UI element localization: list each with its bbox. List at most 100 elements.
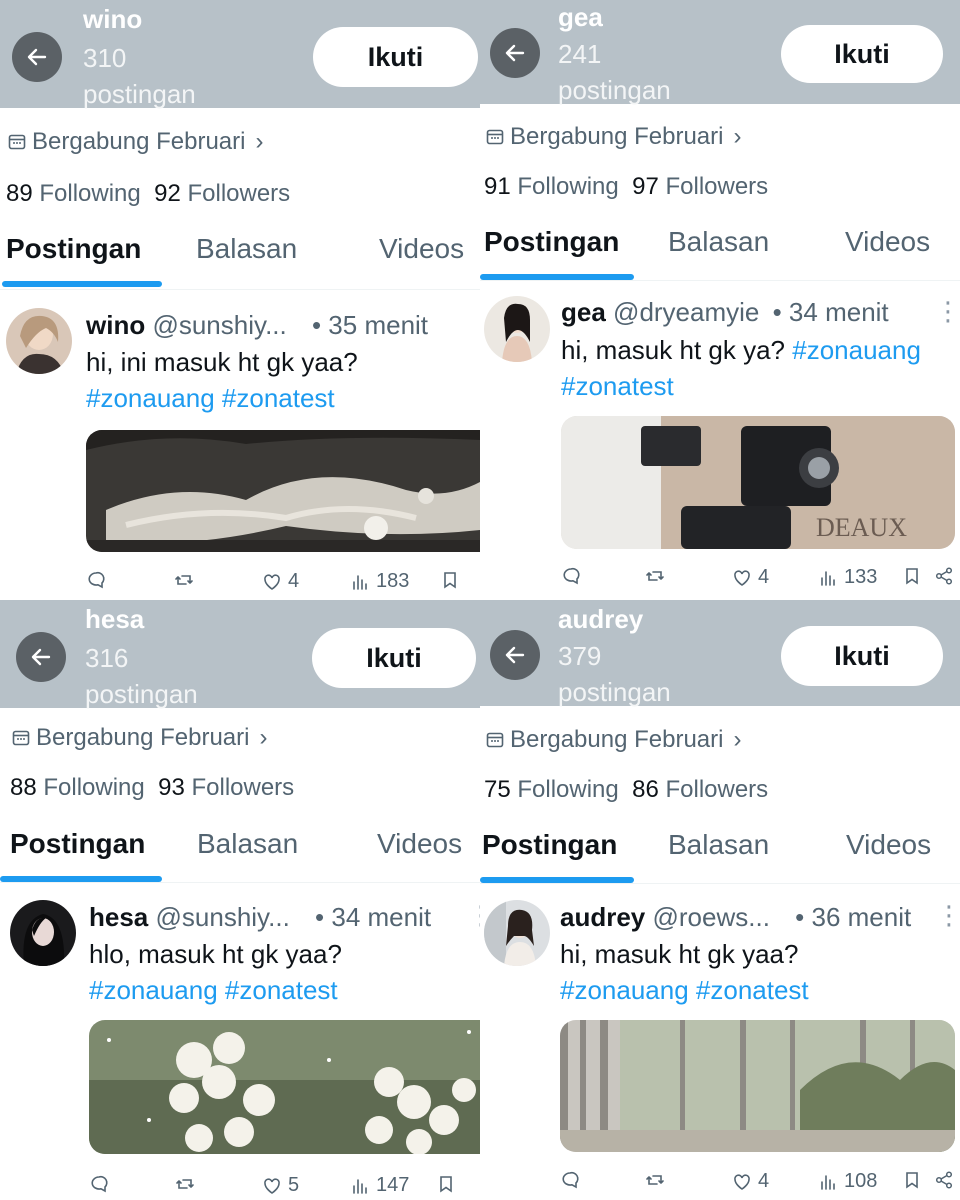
- following-count: 89: [6, 180, 33, 207]
- views-button[interactable]: 108: [818, 1170, 877, 1193]
- like-button[interactable]: 4: [732, 1170, 769, 1193]
- avatar[interactable]: [10, 900, 76, 966]
- tab-postingan[interactable]: Postingan: [482, 829, 617, 861]
- tab-postingan[interactable]: Postingan: [6, 233, 141, 265]
- followers-link[interactable]: 93 Followers: [158, 774, 294, 801]
- post-media[interactable]: [86, 430, 480, 552]
- joined-date[interactable]: Bergabung Februari ›: [12, 724, 267, 752]
- follow-button[interactable]: Ikuti: [312, 628, 476, 688]
- post-time[interactable]: • 34 menit: [773, 297, 889, 327]
- repost-button[interactable]: [645, 1170, 671, 1190]
- tab-videos[interactable]: Videos: [845, 226, 930, 258]
- tab-balasan[interactable]: Balasan: [668, 226, 769, 258]
- follow-button[interactable]: Ikuti: [781, 626, 943, 686]
- post-actions: 5 147: [0, 1174, 480, 1200]
- repost-button[interactable]: [174, 570, 200, 590]
- more-options-icon[interactable]: ⋮: [936, 900, 960, 931]
- joined-date[interactable]: Bergabung Februari ›: [486, 123, 741, 151]
- followers-link[interactable]: 97 Followers: [632, 173, 768, 200]
- follow-button[interactable]: Ikuti: [781, 25, 943, 83]
- post-author[interactable]: hesa: [89, 902, 148, 932]
- followers-link[interactable]: 92 Followers: [154, 180, 290, 207]
- share-button[interactable]: [934, 1170, 960, 1190]
- views-button[interactable]: 147: [350, 1174, 409, 1197]
- more-options-icon[interactable]: ⋮: [468, 900, 480, 931]
- post-author[interactable]: audrey: [560, 902, 645, 932]
- joined-date[interactable]: Bergabung Februari ›: [486, 726, 741, 754]
- post-media[interactable]: DEAUX: [561, 416, 955, 549]
- post-hashtags[interactable]: #zonauang #zonatest: [86, 380, 476, 416]
- post-handle[interactable]: @sunshiy...: [156, 902, 290, 932]
- followers-link[interactable]: 86 Followers: [632, 776, 768, 803]
- profile-tabs: Postingan Balasan Videos: [0, 225, 480, 289]
- follow-button[interactable]: Ikuti: [313, 27, 478, 87]
- post-author[interactable]: gea: [561, 297, 606, 327]
- share-button[interactable]: [934, 566, 960, 586]
- post-actions: 4 183: [0, 570, 480, 600]
- tab-postingan[interactable]: Postingan: [484, 226, 619, 258]
- post-body: hi, ini masuk ht gk yaa?: [86, 347, 358, 377]
- views-button[interactable]: 133: [818, 566, 877, 589]
- avatar[interactable]: [6, 308, 72, 374]
- more-options-icon[interactable]: ⋮: [935, 296, 960, 327]
- tab-postingan[interactable]: Postingan: [10, 828, 145, 860]
- tab-balasan[interactable]: Balasan: [668, 829, 769, 861]
- tab-videos[interactable]: Videos: [379, 233, 464, 265]
- post-handle[interactable]: @roews...: [653, 902, 770, 932]
- views-button[interactable]: 183: [350, 570, 409, 593]
- repost-icon: [176, 1179, 194, 1189]
- post-time[interactable]: • 35 menit: [312, 310, 428, 340]
- joined-date[interactable]: Bergabung Februari ›: [8, 128, 263, 156]
- repost-button[interactable]: [645, 566, 671, 586]
- back-button[interactable]: [490, 28, 540, 78]
- like-button[interactable]: 4: [732, 566, 769, 589]
- reply-button[interactable]: [89, 1174, 115, 1194]
- post-author[interactable]: wino: [86, 310, 145, 340]
- back-button[interactable]: [490, 630, 540, 680]
- like-button[interactable]: 5: [262, 1174, 299, 1197]
- bookmark-button[interactable]: [902, 1170, 928, 1190]
- tab-videos[interactable]: Videos: [846, 829, 931, 861]
- views-icon: [353, 1178, 367, 1194]
- following-link[interactable]: 91 Following: [484, 173, 619, 200]
- tab-balasan[interactable]: Balasan: [197, 828, 298, 860]
- post-header: wino @sunshiy... • 35 menit: [86, 310, 428, 341]
- bookmark-button[interactable]: [440, 570, 466, 590]
- post-hashtags[interactable]: #zonauang #zonatest: [560, 972, 950, 1008]
- views-icon: [821, 1174, 835, 1190]
- post-time[interactable]: • 34 menit: [315, 902, 431, 932]
- tab-balasan[interactable]: Balasan: [196, 233, 297, 265]
- post-image: [89, 1020, 480, 1154]
- post-handle[interactable]: @sunshiy...: [152, 310, 286, 340]
- avatar[interactable]: [484, 900, 550, 966]
- tab-videos[interactable]: Videos: [377, 828, 462, 860]
- post-hashtags[interactable]: #zonauang #zonatest: [89, 972, 479, 1008]
- calendar-icon: [486, 732, 504, 748]
- bookmark-icon: [444, 572, 456, 589]
- avatar[interactable]: [484, 296, 550, 362]
- reply-button[interactable]: [560, 1170, 586, 1190]
- following-link[interactable]: 89 Following: [6, 180, 141, 207]
- post-media[interactable]: [89, 1020, 480, 1154]
- post-count: 241 postingan: [558, 39, 671, 105]
- post-body: hi, masuk ht gk yaa?: [560, 939, 799, 969]
- followers-label: Followers: [665, 776, 769, 803]
- like-button[interactable]: 4: [262, 570, 299, 593]
- following-link[interactable]: 75 Following: [484, 776, 619, 803]
- back-button[interactable]: [16, 632, 66, 682]
- following-link[interactable]: 88 Following: [10, 774, 145, 801]
- back-button[interactable]: [12, 32, 62, 82]
- following-count: 75: [484, 776, 511, 803]
- followers-count: 97: [632, 173, 659, 200]
- share-icon: [935, 1171, 953, 1189]
- repost-button[interactable]: [175, 1174, 201, 1194]
- post-media[interactable]: [560, 1020, 955, 1152]
- reply-button[interactable]: [561, 566, 587, 586]
- joined-label: Bergabung Februari: [36, 724, 250, 751]
- follow-stats: 91 Following 97 Followers: [484, 173, 768, 201]
- reply-button[interactable]: [86, 570, 112, 590]
- post-handle[interactable]: @dryeamyie: [613, 297, 759, 327]
- post-time[interactable]: • 36 menit: [795, 902, 911, 932]
- bookmark-button[interactable]: [436, 1174, 462, 1194]
- bookmark-button[interactable]: [902, 566, 928, 586]
